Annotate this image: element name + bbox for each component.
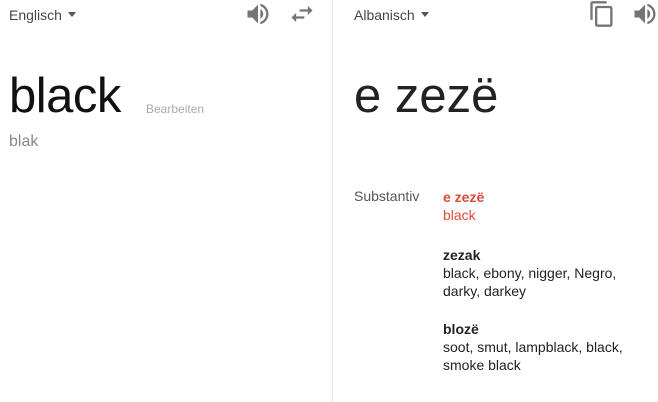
source-language-label: Englisch	[9, 7, 62, 23]
part-of-speech-label: Substantiv	[354, 188, 420, 204]
chevron-down-icon	[67, 11, 76, 17]
dictionary-entry[interactable]: blozë soot, smut, lampblack, black, smok…	[443, 320, 653, 374]
entry-synonyms: black	[443, 207, 476, 223]
target-pane: Albanisch e zezë Substantiv e zezë black…	[333, 0, 658, 402]
target-language-label: Albanisch	[354, 7, 415, 23]
entry-term: e zezë	[443, 189, 485, 205]
dictionary-entry[interactable]: zezak black, ebony, nigger, Negro, darky…	[443, 246, 653, 300]
dictionary-entries: e zezë black zezak black, ebony, nigger,…	[443, 188, 653, 388]
source-text: black	[9, 69, 121, 123]
edit-link[interactable]: Bearbeiten	[146, 102, 204, 116]
entry-term: zezak	[443, 247, 481, 263]
chevron-down-icon	[420, 11, 429, 17]
speaker-icon[interactable]	[244, 0, 272, 28]
source-transliteration: blak	[9, 133, 39, 150]
speaker-icon[interactable]	[631, 0, 658, 28]
dictionary-entry[interactable]: e zezë black	[443, 188, 653, 224]
target-language-select[interactable]: Albanisch	[354, 7, 429, 23]
entry-synonyms: black, ebony, nigger, Negro, darky, dark…	[443, 265, 617, 299]
entry-synonyms: soot, smut, lampblack, black, smoke blac…	[443, 339, 623, 373]
translation-text: e zezë	[354, 69, 499, 123]
source-pane: Englisch black Bearbeiten blak	[0, 0, 332, 402]
entry-term: blozë	[443, 321, 479, 337]
copy-icon[interactable]	[588, 0, 616, 28]
source-language-select[interactable]: Englisch	[9, 7, 76, 23]
swap-icon[interactable]	[288, 0, 316, 28]
